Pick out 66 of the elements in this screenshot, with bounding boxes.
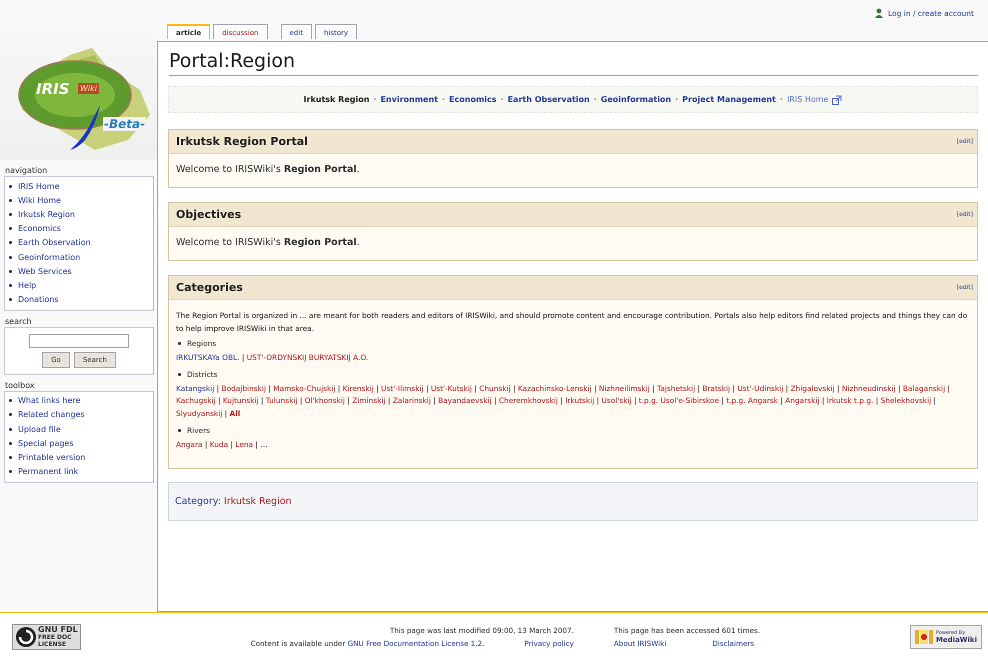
bullet-icon (9, 212, 12, 216)
box-title: Irkutsk Region Portal (176, 135, 308, 148)
bullet-icon (9, 198, 12, 202)
bullet-icon (178, 372, 181, 376)
separator-dot: · (442, 95, 446, 104)
section-heading: navigation (5, 166, 48, 175)
sidebar-link[interactable]: Upload file (18, 424, 61, 434)
sidebar-link[interactable]: Help (18, 280, 36, 290)
box-title: Objectives (176, 208, 242, 221)
bullet-icon (9, 298, 12, 302)
section-heading: toolbox (5, 380, 36, 390)
portal-link[interactable]: Earth Observation (508, 95, 590, 104)
bullet-icon (9, 284, 12, 287)
logo-name: IRIS (36, 80, 70, 98)
sidebar-link[interactable]: Web Services (18, 266, 72, 276)
badge-text: GNU FDL (38, 625, 78, 634)
gnu-copyleft-icon (15, 626, 37, 648)
bullet-icon (9, 428, 12, 431)
section-heading: search (5, 316, 33, 326)
portal-link[interactable]: Economics (449, 95, 497, 104)
sidebar-link[interactable]: Related changes (18, 410, 85, 420)
bullet-icon (9, 241, 12, 244)
welcome-text: Welcome to IRISWiki's Region Portal. (176, 164, 361, 175)
sidebar-link[interactable]: Economics (18, 224, 61, 234)
search-field[interactable] (29, 334, 129, 348)
bullet-icon (9, 256, 12, 259)
portal-link[interactable]: IRIS Home (786, 95, 828, 104)
sidebar-link[interactable]: Earth Observation (18, 238, 91, 248)
bullet-icon (9, 456, 12, 460)
sidebar-link[interactable]: Permanent link (18, 467, 78, 476)
separator-dot: · (594, 95, 597, 104)
bullet-icon (9, 413, 12, 416)
bullet-icon (178, 428, 181, 432)
external-link-icon (832, 94, 842, 104)
mediawiki-icon (914, 628, 933, 646)
bullet-icon (9, 399, 12, 402)
category-name-link[interactable]: Irkutsk Region (224, 496, 292, 508)
portal-link[interactable]: Project Management (682, 95, 776, 104)
sidebar-link[interactable]: Printable version (18, 453, 86, 462)
sidebar-link[interactable]: What links here (18, 396, 80, 406)
sidebar-link[interactable]: Irkutsk Region (18, 210, 75, 219)
separator-dot: · (373, 95, 376, 104)
bullet-icon (9, 184, 12, 188)
bullet-icon (9, 270, 12, 273)
sidebar-link[interactable]: Wiki Home (18, 196, 61, 205)
logo-suffix: Wiki (78, 83, 99, 94)
separator-dot: · (500, 95, 504, 104)
bullet-icon (178, 342, 181, 346)
portal-link[interactable]: Irkutsk Region (304, 95, 370, 104)
portal-link[interactable]: Geoinformation (600, 95, 672, 104)
page-title: Portal:Region (169, 50, 978, 76)
box-title: Categories (176, 281, 243, 294)
bullet-icon (9, 442, 12, 445)
sidebar-link[interactable]: IRIS Home (18, 182, 60, 191)
portal-link[interactable]: Environment (380, 95, 438, 104)
sidebar-link[interactable]: Geoinformation (18, 252, 80, 262)
user-icon (874, 8, 884, 18)
welcome-text: Welcome to IRISWiki's Region Portal. (176, 237, 361, 248)
bullet-icon (9, 227, 12, 230)
bullet-icon (9, 470, 12, 474)
separator-dot: · (675, 95, 678, 104)
category-label-link[interactable]: Category: (175, 496, 221, 508)
sidebar-link[interactable]: Donations (18, 295, 59, 304)
sidebar-link[interactable]: Special pages (18, 438, 74, 448)
separator-dot: · (780, 95, 783, 104)
logo-tag: -Beta- (103, 117, 146, 131)
